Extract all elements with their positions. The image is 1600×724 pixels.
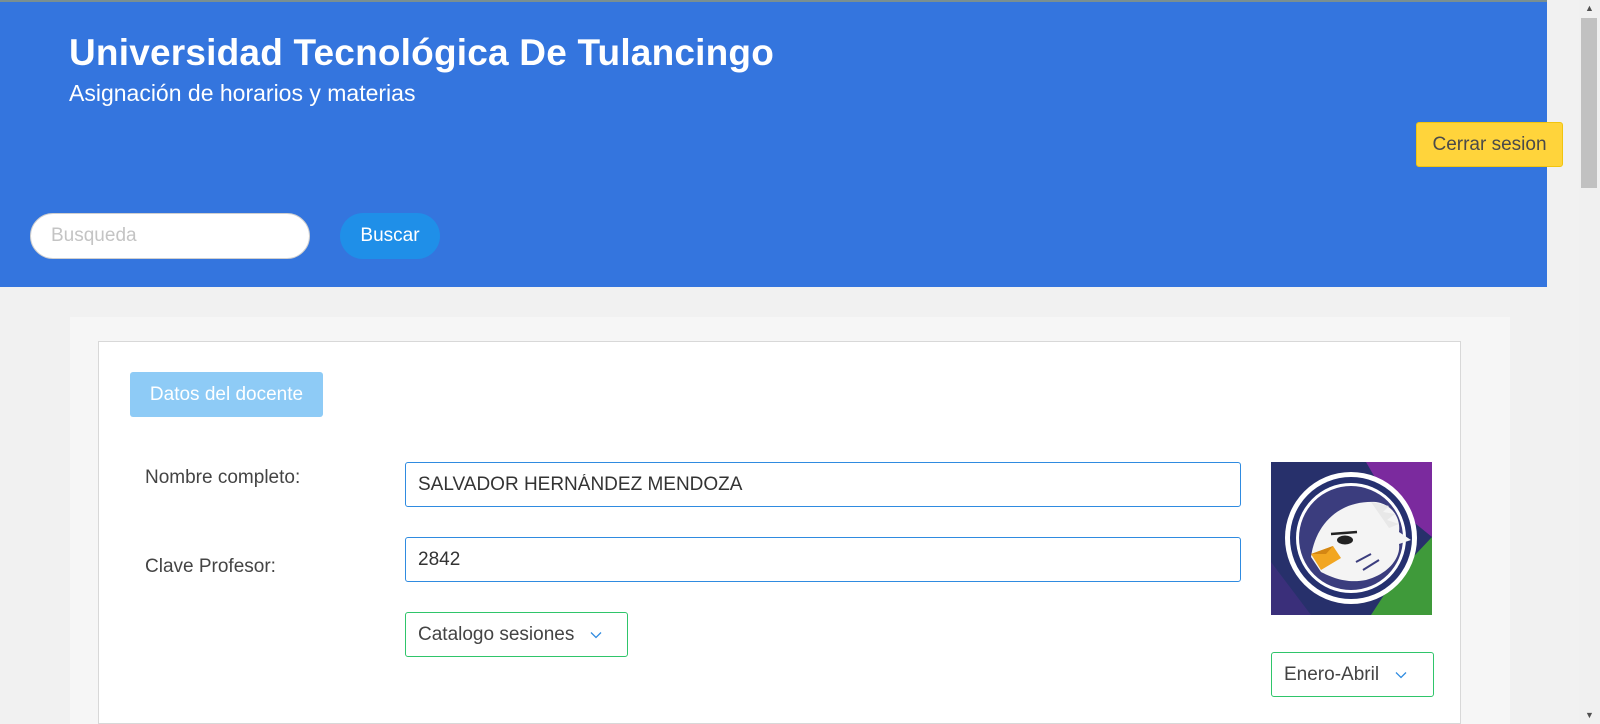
session-catalog-select[interactable]: Catalogo sesiones (405, 612, 628, 657)
name-field[interactable] (405, 462, 1241, 507)
search-button[interactable]: Buscar (340, 213, 440, 259)
eagle-logo-icon (1271, 462, 1432, 615)
period-value: Enero-Abril (1284, 663, 1380, 685)
page-subtitle: Asignación de horarios y materias (69, 80, 416, 106)
teacher-id-field[interactable] (405, 537, 1241, 582)
session-catalog-value: Catalogo sesiones (418, 623, 575, 645)
page-title: Universidad Tecnológica De Tulancingo (69, 32, 775, 73)
teacher-id-label: Clave Profesor: (145, 556, 276, 577)
teacher-data-tab[interactable]: Datos del docente (130, 372, 323, 417)
scroll-down-arrow-icon[interactable]: ▼ (1579, 707, 1600, 724)
period-select[interactable]: Enero-Abril (1271, 652, 1434, 697)
eagle-logo-avatar (1271, 462, 1432, 615)
chevron-down-icon (1395, 671, 1407, 678)
search-input[interactable] (30, 213, 310, 259)
logout-button[interactable]: Cerrar sesion (1416, 122, 1563, 167)
app-header: Universidad Tecnológica De Tulancingo As… (0, 0, 1563, 287)
scroll-thumb[interactable] (1581, 18, 1597, 188)
scroll-up-arrow-icon[interactable]: ▲ (1579, 0, 1600, 17)
vertical-scrollbar[interactable]: ▲ ▼ (1579, 0, 1600, 724)
chevron-down-icon (590, 631, 602, 638)
name-label: Nombre completo: (145, 467, 301, 488)
